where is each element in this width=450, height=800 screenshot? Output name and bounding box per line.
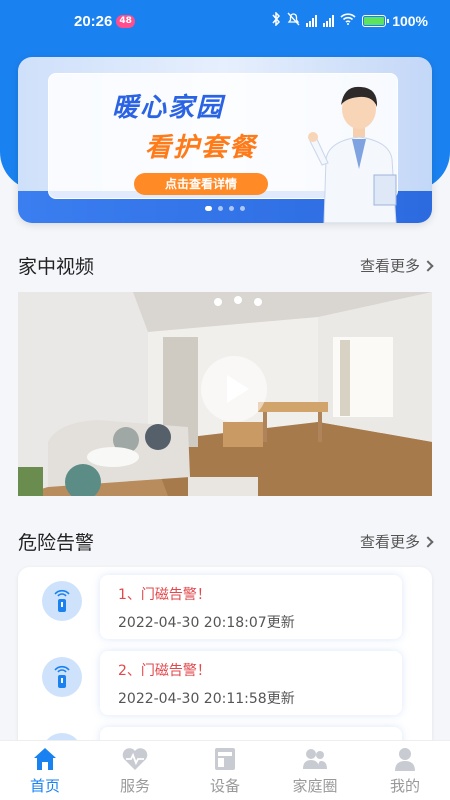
door-sensor-icon: [42, 657, 82, 697]
person-icon: [395, 748, 415, 771]
mute-bell-icon: [287, 12, 300, 30]
alert-item[interactable]: 1、门磁告警！ 2022-04-30 20:18:07更新: [18, 573, 432, 643]
status-time: 20:26: [74, 12, 113, 30]
alert-time: 2022-04-30 20:11:58更新: [118, 691, 295, 707]
tab-family[interactable]: 家庭圈: [270, 741, 360, 800]
alert-item[interactable]: 2、门磁告警！ 2022-04-30 20:11:58更新: [18, 649, 432, 719]
door-sensor-icon: [42, 581, 82, 621]
wifi-icon: [340, 13, 356, 29]
notification-badge: 48: [116, 14, 135, 28]
tab-mine[interactable]: 我的: [360, 741, 450, 800]
banner-title: 暖心家园: [112, 93, 225, 123]
promo-banner[interactable]: 暖心家园 看护套餐 点击查看详情: [18, 57, 432, 223]
alert-time: 2022-04-30 20:18:07更新: [118, 615, 295, 631]
tab-home[interactable]: 首页: [0, 741, 90, 800]
heart-pulse-icon: [122, 748, 148, 770]
alert-more-label: 查看更多: [359, 532, 420, 551]
tab-label: 设备: [209, 777, 240, 795]
home-icon: [34, 748, 56, 770]
alert-list: 1、门磁告警！ 2022-04-30 20:18:07更新 2、门磁告警！ 20…: [18, 567, 432, 757]
tab-label: 我的: [389, 777, 420, 795]
tab-label: 家庭圈: [292, 777, 338, 795]
bottom-tab-bar: 首页 服务 设备 家庭圈 我的: [0, 740, 450, 800]
signal-2-icon: [323, 15, 335, 27]
video-section-header: 家中视频 查看更多: [18, 250, 434, 280]
video-more-label: 查看更多: [359, 256, 420, 275]
device-icon: [215, 748, 235, 770]
chevron-right-icon: [422, 535, 434, 548]
video-section-title: 家中视频: [18, 255, 95, 278]
doctor-illustration: [308, 86, 397, 223]
family-icon: [303, 749, 327, 769]
status-bar: 20:26 48 100%: [0, 0, 450, 42]
battery-percent: 100%: [392, 13, 428, 29]
play-button[interactable]: [201, 356, 267, 422]
alert-card: 1、门磁告警！ 2022-04-30 20:18:07更新: [100, 575, 402, 639]
banner-subtitle: 看护套餐: [145, 133, 258, 163]
tab-label: 服务: [119, 777, 150, 795]
alert-more-link[interactable]: 查看更多: [359, 531, 434, 552]
tab-label: 首页: [29, 777, 60, 795]
battery-icon: [362, 15, 390, 27]
alert-title: 2、门磁告警！: [118, 663, 211, 679]
banner-pagination: [18, 206, 432, 211]
alert-card: 2、门磁告警！ 2022-04-30 20:11:58更新: [100, 651, 402, 715]
home-video-player[interactable]: [18, 292, 432, 496]
signal-1-icon: [306, 15, 318, 27]
banner-details-button[interactable]: 点击查看详情: [134, 173, 268, 195]
alert-section-header: 危险告警 查看更多: [18, 526, 434, 556]
video-more-link[interactable]: 查看更多: [359, 255, 434, 276]
tab-device[interactable]: 设备: [180, 741, 270, 800]
alert-section-title: 危险告警: [18, 531, 95, 554]
alert-title: 1、门磁告警！: [118, 587, 211, 603]
tab-service[interactable]: 服务: [90, 741, 180, 800]
bluetooth-icon: [271, 11, 281, 30]
chevron-right-icon: [422, 259, 434, 272]
